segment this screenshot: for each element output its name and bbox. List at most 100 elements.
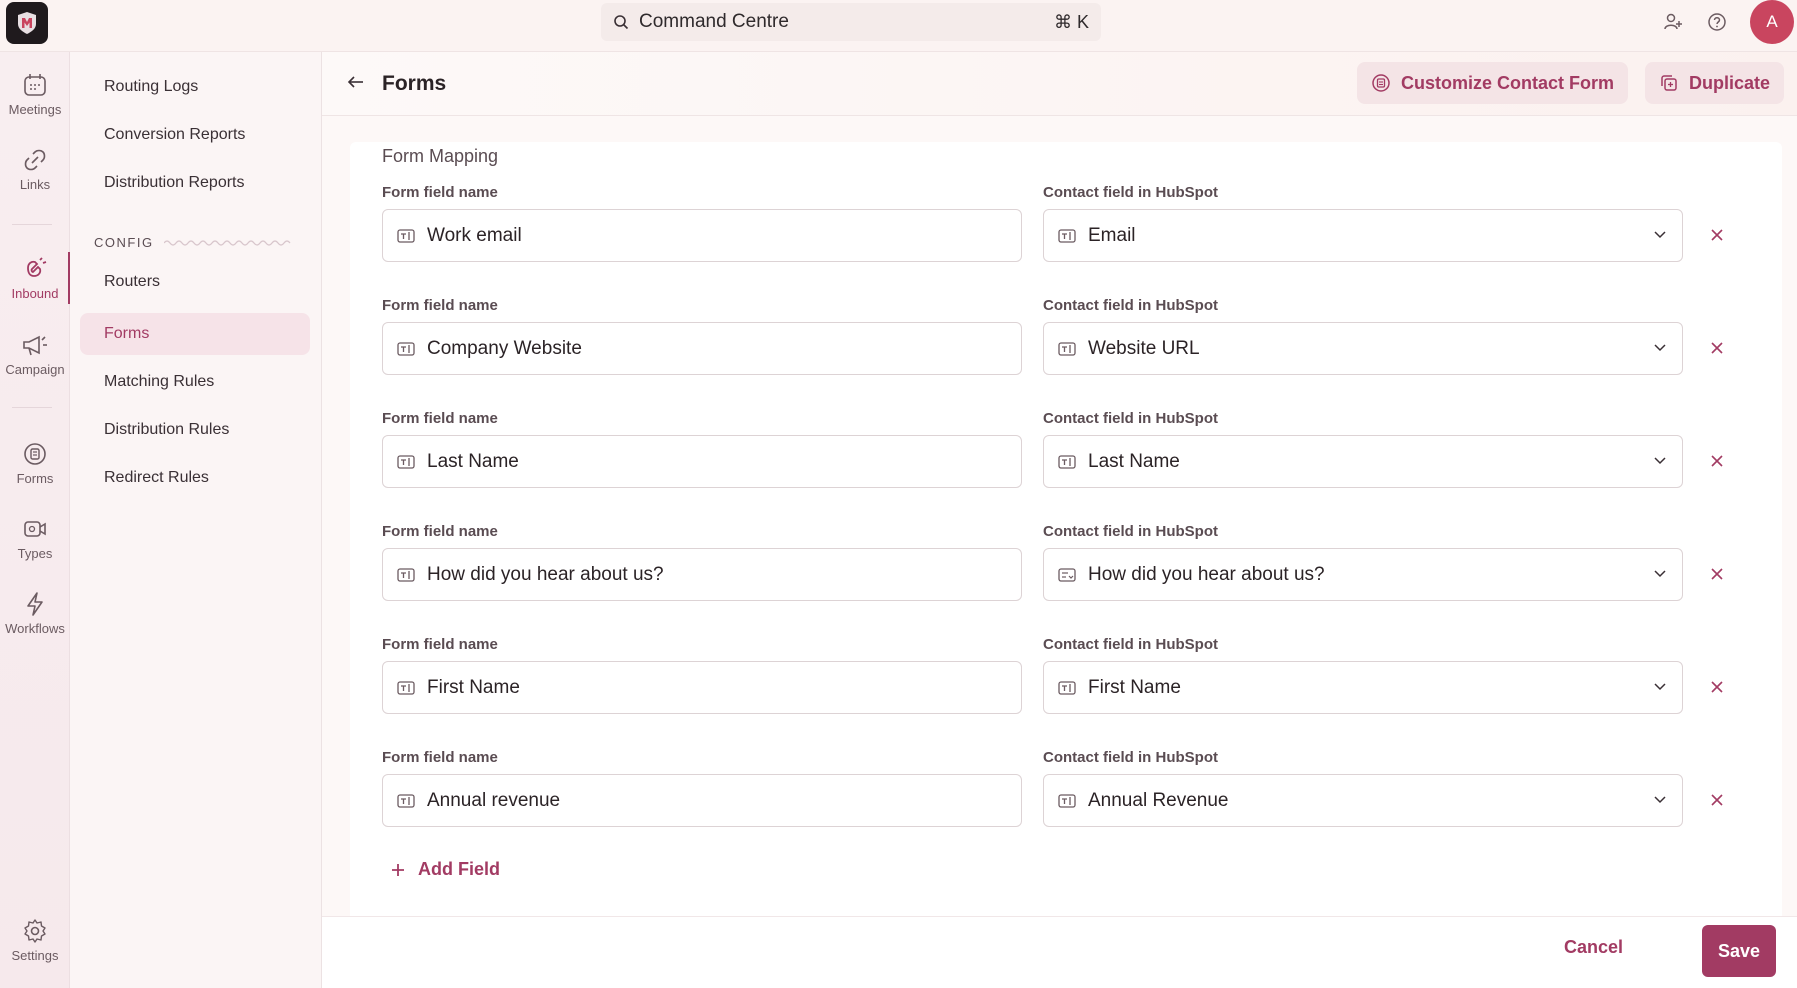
rail-label: Forms bbox=[16, 470, 54, 486]
sidebar-item-redirect-rules[interactable]: Redirect Rules bbox=[80, 457, 310, 499]
remove-row-button[interactable] bbox=[1706, 676, 1728, 698]
save-button[interactable]: Save bbox=[1702, 925, 1776, 977]
text-field-icon bbox=[397, 680, 415, 696]
text-field-icon bbox=[1058, 341, 1076, 357]
text-field-icon bbox=[397, 228, 415, 244]
text-field-icon bbox=[397, 341, 415, 357]
rail-item-forms[interactable]: Forms bbox=[0, 433, 70, 493]
contact-field-select[interactable]: How did you hear about us? bbox=[1043, 548, 1683, 601]
rail-item-workflows[interactable]: Workflows bbox=[0, 583, 70, 643]
form-field-input[interactable]: Annual revenue bbox=[382, 774, 1022, 827]
help-icon[interactable] bbox=[1705, 10, 1729, 34]
rail-divider bbox=[12, 407, 52, 408]
sidebar-item-conversion-reports[interactable]: Conversion Reports bbox=[80, 114, 310, 156]
rail-item-settings[interactable]: Settings bbox=[0, 910, 70, 970]
search-icon bbox=[614, 15, 629, 30]
chevron-down-icon bbox=[1652, 565, 1668, 587]
contact-field-label: Contact field in HubSpot bbox=[1043, 410, 1218, 427]
bolt-icon bbox=[27, 591, 43, 616]
duplicate-button[interactable]: Duplicate bbox=[1645, 62, 1785, 104]
config-heading-label: CONFIG bbox=[94, 235, 154, 250]
close-icon bbox=[1711, 568, 1723, 580]
calendar-icon bbox=[24, 73, 46, 96]
duplicate-icon bbox=[1661, 75, 1677, 91]
contact-field-select[interactable]: Email bbox=[1043, 209, 1683, 262]
rail-label: Settings bbox=[11, 947, 59, 963]
form-icon bbox=[24, 442, 46, 465]
close-icon bbox=[1711, 342, 1723, 354]
top-bar: Command Centre ⌘ K A bbox=[0, 0, 1797, 52]
remove-row-button[interactable] bbox=[1706, 224, 1728, 246]
sidebar-item-distribution-reports[interactable]: Distribution Reports bbox=[80, 162, 310, 204]
remove-row-button[interactable] bbox=[1706, 337, 1728, 359]
form-field-input[interactable]: Company Website bbox=[382, 322, 1022, 375]
contact-field-select[interactable]: First Name bbox=[1043, 661, 1683, 714]
app-logo[interactable] bbox=[6, 2, 48, 44]
add-user-icon[interactable] bbox=[1661, 10, 1685, 34]
contact-field-value: Annual Revenue bbox=[1088, 789, 1229, 811]
rail-label: Inbound bbox=[11, 285, 59, 301]
rail-item-links[interactable]: Links bbox=[0, 139, 70, 199]
duplicate-label: Duplicate bbox=[1689, 72, 1771, 93]
rail-label: Meetings bbox=[8, 101, 62, 117]
rail-label: Links bbox=[19, 176, 51, 192]
form-icon bbox=[1372, 74, 1390, 92]
video-icon bbox=[24, 520, 46, 537]
text-field-icon bbox=[1058, 228, 1076, 244]
add-field-button[interactable]: Add Field bbox=[390, 859, 500, 880]
contact-field-value: Last Name bbox=[1088, 450, 1180, 472]
main-content: Forms Customize Contact Form Duplicate F… bbox=[322, 52, 1797, 988]
rail-item-meetings[interactable]: Meetings bbox=[0, 64, 70, 124]
magnet-icon bbox=[27, 256, 47, 277]
form-field-input[interactable]: First Name bbox=[382, 661, 1022, 714]
cancel-button[interactable]: Cancel bbox=[1564, 937, 1623, 958]
sidebar-item-forms[interactable]: Forms bbox=[80, 313, 310, 355]
contact-field-select[interactable]: Annual Revenue bbox=[1043, 774, 1683, 827]
form-field-input[interactable]: How did you hear about us? bbox=[382, 548, 1022, 601]
form-field-input[interactable]: Work email bbox=[382, 209, 1022, 262]
customize-contact-form-button[interactable]: Customize Contact Form bbox=[1357, 62, 1629, 104]
link-icon bbox=[24, 149, 46, 170]
gear-icon bbox=[24, 918, 46, 943]
contact-field-label: Contact field in HubSpot bbox=[1043, 523, 1218, 540]
form-field-value: Work email bbox=[427, 224, 522, 246]
sidebar-item-routing-logs[interactable]: Routing Logs bbox=[80, 66, 310, 108]
contact-field-value: First Name bbox=[1088, 676, 1181, 698]
form-field-label: Form field name bbox=[382, 523, 498, 540]
close-icon bbox=[1711, 455, 1723, 467]
form-field-value: Company Website bbox=[427, 337, 582, 359]
chevron-down-icon bbox=[1652, 678, 1668, 700]
avatar[interactable]: A bbox=[1750, 0, 1794, 44]
contact-field-select[interactable]: Website URL bbox=[1043, 322, 1683, 375]
form-mapping-card: Form Mapping Form field name Contact fie… bbox=[350, 142, 1782, 968]
form-field-input[interactable]: Last Name bbox=[382, 435, 1022, 488]
dropdown-field-icon bbox=[1058, 567, 1076, 583]
rail-item-types[interactable]: Types bbox=[0, 508, 70, 568]
page-title: Forms bbox=[382, 72, 447, 95]
sidebar-item-distribution-rules[interactable]: Distribution Rules bbox=[80, 409, 310, 451]
sidebar-item-matching-rules[interactable]: Matching Rules bbox=[80, 361, 310, 403]
rail-item-campaign[interactable]: Campaign bbox=[0, 324, 70, 384]
contact-field-label: Contact field in HubSpot bbox=[1043, 184, 1218, 201]
remove-row-button[interactable] bbox=[1706, 450, 1728, 472]
rail-divider bbox=[12, 224, 52, 225]
form-field-label: Form field name bbox=[382, 749, 498, 766]
text-field-icon bbox=[1058, 680, 1076, 696]
back-button[interactable] bbox=[346, 72, 366, 97]
command-search[interactable]: Command Centre ⌘ K bbox=[601, 3, 1101, 41]
remove-row-button[interactable] bbox=[1706, 563, 1728, 585]
contact-field-select[interactable]: Last Name bbox=[1043, 435, 1683, 488]
customize-contact-form-label: Customize Contact Form bbox=[1401, 72, 1615, 93]
form-field-value: How did you hear about us? bbox=[427, 563, 664, 585]
chevron-down-icon bbox=[1652, 339, 1668, 361]
text-field-icon bbox=[1058, 793, 1076, 809]
rail-item-inbound[interactable]: Inbound bbox=[0, 248, 71, 308]
remove-row-button[interactable] bbox=[1706, 789, 1728, 811]
chevron-down-icon bbox=[1652, 791, 1668, 813]
search-label: Command Centre bbox=[639, 11, 789, 32]
sidebar-item-routers[interactable]: Routers bbox=[80, 261, 310, 303]
add-field-label: Add Field bbox=[418, 859, 500, 879]
logo-icon bbox=[18, 12, 36, 34]
chevron-down-icon bbox=[1652, 226, 1668, 248]
form-field-label: Form field name bbox=[382, 410, 498, 427]
